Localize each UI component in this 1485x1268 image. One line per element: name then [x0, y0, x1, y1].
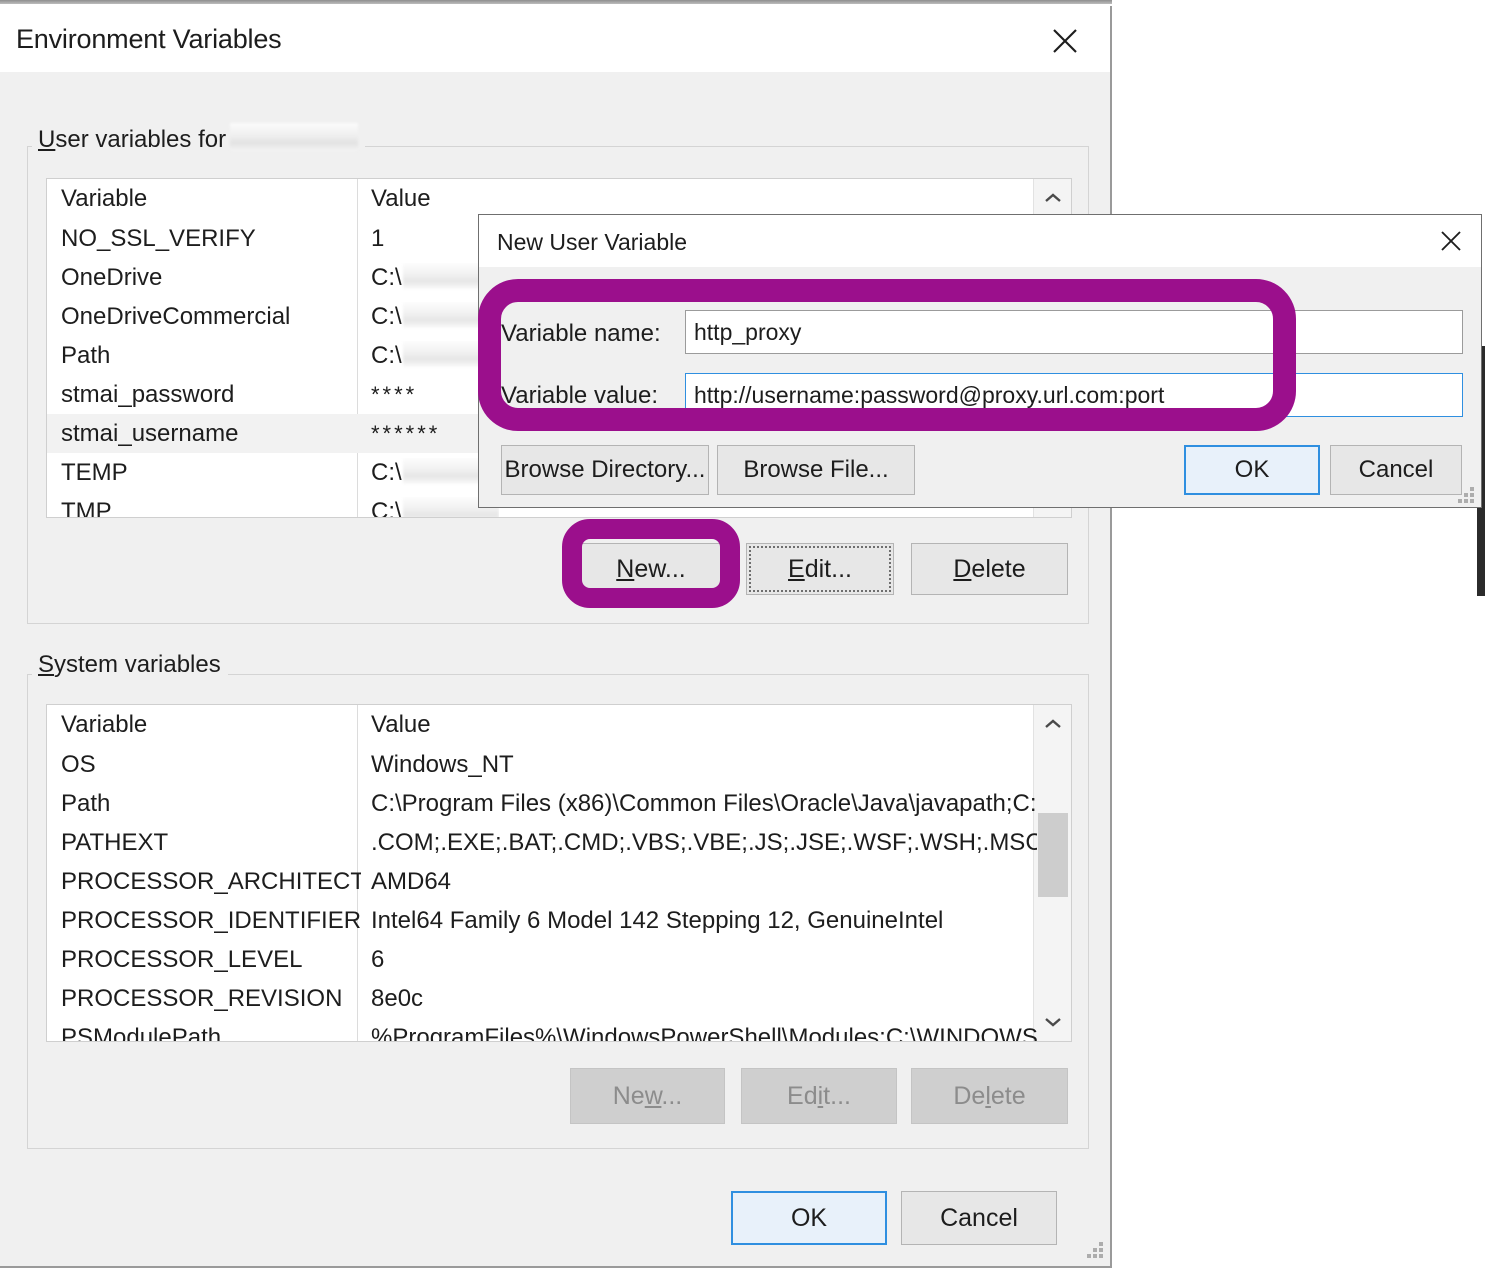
variable-name-cell: PROCESSOR_ARCHITECTU... — [61, 867, 361, 895]
table-row[interactable]: PROCESSOR_ARCHITECTU... AMD64 — [47, 862, 1071, 901]
user-variables-legend: User variables for — [32, 123, 366, 154]
user-delete-button[interactable]: Delete — [911, 543, 1068, 595]
variable-name-cell: stmai_username — [61, 419, 239, 447]
screenshot-root: Environment Variables User variables for — [0, 0, 1485, 1268]
browse-directory-button[interactable]: Browse Directory... — [501, 445, 709, 495]
variable-name-cell: OS — [61, 750, 96, 778]
user-variables-legend-text: ser variables for — [55, 126, 227, 153]
variable-value-label: Variable value: — [501, 382, 658, 409]
accel-e: E — [788, 554, 805, 583]
user-delete-label: Delete — [953, 554, 1026, 583]
browse-directory-label: Browse Directory... — [504, 456, 706, 483]
column-header-value: Value — [371, 710, 431, 738]
table-row[interactable]: PROCESSOR_REVISION 8e0c — [47, 979, 1071, 1018]
user-new-button[interactable]: New... — [578, 543, 724, 595]
accel-d: D — [953, 554, 972, 583]
variable-value-cell: Intel64 Family 6 Model 142 Stepping 12, … — [371, 906, 944, 934]
variable-name-cell: Path — [61, 789, 111, 817]
environment-variables-window: Environment Variables User variables for — [0, 0, 1112, 1268]
dialog-resize-grip-icon[interactable] — [1456, 485, 1478, 507]
system-variables-list[interactable]: Variable Value OS Windows_NT Path C:\Progra… — [46, 704, 1072, 1042]
accel-l: l — [985, 1081, 991, 1110]
cancel-button-label: Cancel — [940, 1203, 1018, 1232]
system-list-header-row: Variable Value — [47, 705, 1071, 744]
table-row[interactable]: PROCESSOR_LEVEL 6 — [47, 940, 1071, 979]
variable-value-value: http://username:password@proxy.url.com:p… — [694, 381, 1165, 408]
variable-name-label: Variable name: — [501, 320, 661, 347]
accel-s: S — [38, 651, 55, 678]
variable-name-input[interactable]: http_proxy — [685, 310, 1463, 354]
cancel-button[interactable]: Cancel — [901, 1191, 1057, 1245]
variable-name-cell: NO_SSL_VERIFY — [61, 224, 256, 252]
column-header-variable: Variable — [61, 710, 148, 738]
user-list-header-row: Variable Value — [47, 179, 1071, 218]
system-variables-legend-text: ystem variables — [54, 651, 221, 678]
variable-name-cell: Path — [61, 341, 111, 369]
variable-value-cell: 1 — [371, 224, 385, 252]
table-row[interactable]: PROCESSOR_IDENTIFIER Intel64 Family 6 Mod… — [47, 901, 1071, 940]
ok-button-label: OK — [790, 1203, 828, 1232]
variable-value-cell: .COM;.EXE;.BAT;.CMD;.VBS;.VBE;.JS;.JSE;.… — [371, 828, 1037, 856]
variable-name-cell: PATHEXT — [61, 828, 169, 856]
variable-name-cell: PSModulePath — [61, 1023, 222, 1042]
system-edit-label: Edit... — [787, 1081, 851, 1110]
close-icon[interactable] — [1429, 219, 1473, 263]
dialog-cancel-button[interactable]: Cancel — [1330, 445, 1462, 495]
accel-w: w — [644, 1081, 662, 1110]
system-new-button[interactable]: New... — [570, 1068, 725, 1124]
variable-value-cell: **** — [371, 381, 418, 407]
variable-value-cell: 8e0c — [371, 984, 424, 1012]
resize-grip-icon[interactable] — [1085, 1240, 1107, 1262]
dialog-ok-button[interactable]: OK — [1184, 445, 1320, 495]
dialog-titlebar: New User Variable — [479, 215, 1481, 267]
window-titlebar: Environment Variables — [0, 6, 1110, 72]
browse-file-label: Browse File... — [743, 456, 889, 483]
user-edit-button[interactable]: Edit... — [746, 543, 894, 595]
system-variables-legend: System variables — [32, 651, 228, 679]
table-row[interactable]: PATHEXT .COM;.EXE;.BAT;.CMD;.VBS;.VBE;.JS… — [47, 823, 1071, 862]
variable-value-cell: ****** — [371, 420, 441, 446]
system-edit-button[interactable]: Edit... — [741, 1068, 897, 1124]
table-row[interactable]: Path C:\Program Files (x86)\Common Files\… — [47, 784, 1071, 823]
variable-name-cell: PROCESSOR_IDENTIFIER — [61, 906, 361, 934]
browse-file-button[interactable]: Browse File... — [717, 445, 915, 495]
column-header-value: Value — [371, 184, 431, 212]
user-variables-legend-accel: U — [38, 126, 55, 153]
dialog-ok-label: OK — [1234, 456, 1270, 483]
variable-value-cell: C:\Program Files (x86)\Common Files\Orac… — [371, 789, 1037, 817]
variable-name-cell: OneDrive — [61, 263, 163, 291]
table-row[interactable]: PSModulePath %ProgramFiles%\WindowsPowerS… — [47, 1018, 1071, 1042]
variable-value-cell: Windows_NT — [371, 750, 514, 778]
variable-name-cell: TMP — [61, 497, 112, 518]
variable-name-cell: OneDriveCommercial — [61, 302, 291, 330]
user-edit-label: Edit... — [788, 554, 852, 583]
system-variables-legend-accel: S — [38, 651, 54, 678]
variable-value-cell: 6 — [371, 945, 385, 973]
dialog-title: New User Variable — [497, 229, 688, 255]
column-header-variable: Variable — [61, 184, 148, 212]
variable-value-cell: AMD64 — [371, 867, 452, 895]
variable-name-cell: stmai_password — [61, 380, 235, 408]
ok-button[interactable]: OK — [731, 1191, 887, 1245]
variable-name-cell: PROCESSOR_REVISION — [61, 984, 343, 1012]
variable-name-cell: PROCESSOR_LEVEL — [61, 945, 303, 973]
dialog-cancel-label: Cancel — [1358, 456, 1434, 483]
system-delete-label: Delete — [953, 1081, 1026, 1110]
variable-value-input[interactable]: http://username:password@proxy.url.com:p… — [685, 373, 1463, 417]
close-icon[interactable] — [1042, 18, 1088, 64]
accel-u: U — [38, 126, 56, 153]
accel-n: N — [616, 554, 635, 583]
new-user-variable-dialog: New User Variable Variable name: http_pr… — [478, 214, 1482, 508]
variable-name-cell: TEMP — [61, 458, 128, 486]
variable-value-cell: %ProgramFiles%\WindowsPowerShell\Modules… — [371, 1023, 1037, 1042]
page-title: Environment Variables — [16, 24, 282, 54]
redacted-username — [230, 123, 359, 151]
table-row[interactable]: OS Windows_NT — [47, 745, 1071, 784]
user-new-label: New... — [616, 554, 686, 583]
variable-name-value: http_proxy — [694, 318, 802, 345]
system-delete-button[interactable]: Delete — [911, 1068, 1068, 1124]
system-new-label: New... — [612, 1081, 683, 1110]
accel-i: i — [817, 1081, 824, 1110]
